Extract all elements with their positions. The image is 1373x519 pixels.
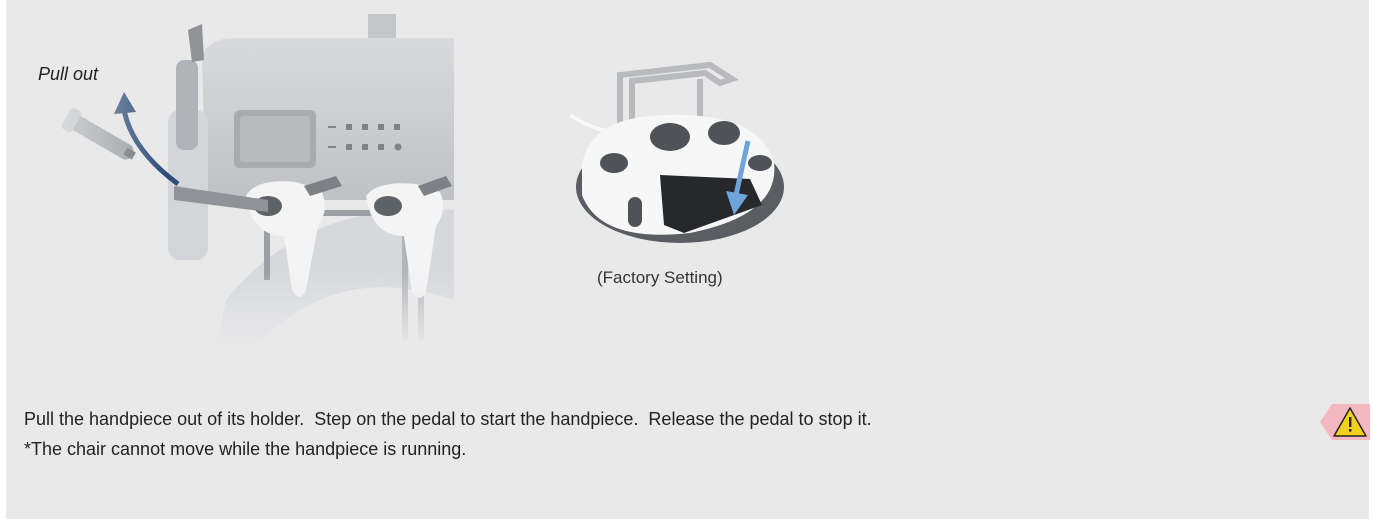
dental-unit-illustration <box>6 0 454 346</box>
instructions: Pull the handpiece out of its holder. St… <box>24 404 872 464</box>
factory-setting-caption: (Factory Setting) <box>597 268 723 287</box>
instruction-line-2: *The chair cannot move while the handpie… <box>24 439 467 459</box>
foot-pedal-illustration <box>568 61 784 243</box>
instruction-line-1: Pull the handpiece out of its holder. St… <box>24 409 872 429</box>
warning-triangle-icon <box>1320 404 1370 440</box>
pull-out-label: Pull out <box>38 64 99 84</box>
